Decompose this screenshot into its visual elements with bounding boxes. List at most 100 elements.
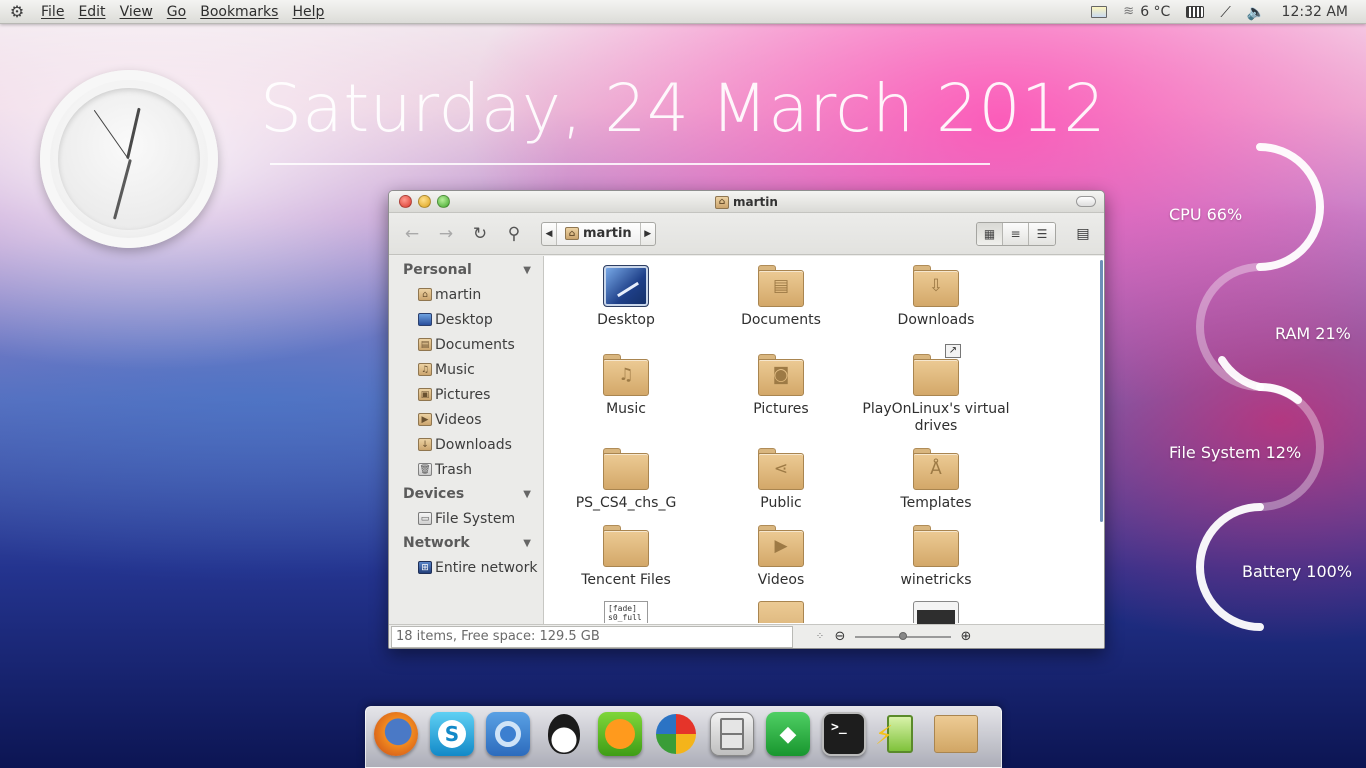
window-titlebar[interactable]: ⌂ martin xyxy=(389,191,1104,213)
videos-folder-icon: ▶ xyxy=(758,525,804,567)
clouds-icon: ≋ xyxy=(1123,4,1135,19)
path-bar: ◀ ⌂ martin ▶ xyxy=(541,221,656,246)
sidebar-item-label: Downloads xyxy=(435,436,512,453)
power-statistics-icon[interactable]: ⚡ xyxy=(875,712,922,756)
sidebar-item-label: Videos xyxy=(435,411,482,428)
menu-view[interactable]: View xyxy=(113,0,160,24)
maximize-button[interactable] xyxy=(437,195,450,208)
path-crumb-martin[interactable]: ⌂ martin xyxy=(556,222,641,245)
menu-help[interactable]: Help xyxy=(285,0,331,24)
path-crumb-label: martin xyxy=(583,226,632,241)
sidebar-item-entire-network[interactable]: ⊞ Entire network xyxy=(389,555,543,580)
forward-arrow-icon[interactable]: → xyxy=(431,220,461,248)
back-arrow-icon[interactable]: ← xyxy=(397,220,427,248)
sidebar-item-label: Documents xyxy=(435,336,515,353)
menu-edit[interactable]: Edit xyxy=(71,0,112,24)
sidebar-item-trash[interactable]: 🗑 Trash xyxy=(389,457,543,482)
ram-ring xyxy=(1218,356,1264,391)
music-folder-icon: ♫ xyxy=(603,354,649,396)
file-item-downloads[interactable]: ⇩ Downloads xyxy=(861,265,1011,329)
sidebar-item-documents[interactable]: ▤ Documents xyxy=(389,332,543,357)
keyboard-indicator[interactable] xyxy=(1178,0,1212,24)
file-item-public[interactable]: ⋖ Public xyxy=(706,448,856,512)
sidebar-item-pictures[interactable]: ▣ Pictures xyxy=(389,382,543,407)
sidebar-item-martin[interactable]: ⌂ martin xyxy=(389,282,543,307)
qq-penguin-icon[interactable] xyxy=(542,712,586,756)
folder-icon[interactable] xyxy=(934,712,978,756)
view-mode-group: ▦ ≡ ☰ xyxy=(976,221,1056,246)
sidebar-item-downloads[interactable]: ↓ Downloads xyxy=(389,432,543,457)
path-right-arrow-icon[interactable]: ▶ xyxy=(641,223,655,245)
collapse-caret-icon[interactable]: ▼ xyxy=(523,489,531,500)
zoom-out-icon[interactable]: ⊖ xyxy=(831,629,849,644)
sidebar-item-music[interactable]: ♫ Music xyxy=(389,357,543,382)
gem-icon[interactable]: ◆ xyxy=(766,712,810,756)
file-item-desktop[interactable]: Desktop xyxy=(551,265,701,329)
file-item-label: Documents xyxy=(741,312,821,328)
firefox-icon[interactable] xyxy=(374,712,418,756)
file-item-documents[interactable]: ▤ Documents xyxy=(706,265,856,329)
file-item-partial-executable[interactable] xyxy=(913,601,959,624)
sidebar-header-devices[interactable]: Devices ▼ xyxy=(389,482,543,506)
file-view[interactable]: Desktop ▤ Documents ⇩ Downloads ♫ Music … xyxy=(544,256,1104,648)
sidebar-header-personal[interactable]: Personal ▼ xyxy=(389,258,543,282)
sidebar-item-label: Desktop xyxy=(435,311,493,328)
sidebar-header-network[interactable]: Network ▼ xyxy=(389,531,543,555)
zoom-slider[interactable] xyxy=(855,631,951,640)
file-item-templates[interactable]: Å Templates xyxy=(861,448,1011,512)
grip-icon: ⁘ xyxy=(815,631,825,642)
clock-indicator[interactable]: 12:32 AM xyxy=(1274,0,1356,24)
network-indicator[interactable]: ⟋ xyxy=(1212,0,1239,24)
file-cabinet-icon[interactable] xyxy=(710,712,754,756)
collapse-caret-icon[interactable]: ▼ xyxy=(523,538,531,549)
sidebar-item-desktop[interactable]: Desktop xyxy=(389,307,543,332)
menu-bookmarks[interactable]: Bookmarks xyxy=(193,0,285,24)
file-item-tencent-files[interactable]: Tencent Files xyxy=(551,525,701,589)
file-item-partial-document[interactable]: [fade] s0_full xyxy=(604,601,648,623)
sidebar-item-videos[interactable]: ▶ Videos xyxy=(389,407,543,432)
sidebar-item-label: Pictures xyxy=(435,386,491,403)
minimize-button[interactable] xyxy=(418,195,431,208)
cpu-label: CPU 66% xyxy=(1169,205,1243,224)
temperature-indicator[interactable]: ≋ 6 °C xyxy=(1115,0,1178,24)
desktop-folder-icon xyxy=(603,265,649,307)
close-button[interactable] xyxy=(399,195,412,208)
file-item-label: Desktop xyxy=(597,312,655,328)
file-item-label: Videos xyxy=(757,572,805,588)
chromium-icon[interactable] xyxy=(486,712,530,756)
date-underline xyxy=(270,163,990,165)
scroll-thumb[interactable] xyxy=(1100,260,1103,522)
file-item-videos[interactable]: ▶ Videos xyxy=(706,525,856,589)
path-left-arrow-icon[interactable]: ◀ xyxy=(542,223,556,245)
file-item-partial-folder[interactable] xyxy=(758,601,804,623)
volume-indicator[interactable]: 🔈 xyxy=(1239,0,1274,24)
zoom-in-icon[interactable]: ⊕ xyxy=(957,629,975,644)
file-item-ps-cs4[interactable]: PS_CS4_chs_G xyxy=(551,448,701,512)
search-icon[interactable]: ⚲ xyxy=(499,220,529,248)
system-gear-icon[interactable]: ⚙ xyxy=(0,0,34,24)
file-item-winetricks[interactable]: winetricks xyxy=(861,525,1011,589)
scrollbar[interactable] xyxy=(1098,256,1104,526)
file-item-pictures[interactable]: ◙ Pictures xyxy=(706,354,856,418)
toggle-toolbar-button[interactable] xyxy=(1076,196,1096,207)
compact-view-icon[interactable]: ☰ xyxy=(1029,222,1055,245)
skype-icon[interactable]: S xyxy=(430,712,474,756)
menu-go[interactable]: Go xyxy=(160,0,193,24)
file-item-playonlinux[interactable]: ↗ PlayOnLinux's virtual drives xyxy=(861,344,1011,435)
weather-indicator[interactable] xyxy=(1083,0,1115,24)
menu-file[interactable]: File xyxy=(34,0,71,24)
file-item-label: Pictures xyxy=(753,401,809,417)
sidebar-item-label: martin xyxy=(435,286,482,303)
sidebar-item-file-system[interactable]: ▭ File System xyxy=(389,506,543,531)
pinwheel-icon[interactable] xyxy=(654,712,698,756)
reload-icon[interactable]: ↻ xyxy=(465,220,495,248)
zoom-slider-knob[interactable] xyxy=(899,631,907,640)
terminal-icon[interactable]: >_ xyxy=(822,712,866,756)
list-view-icon[interactable]: ≡ xyxy=(1003,222,1029,245)
app-menu-icon[interactable]: ▤ xyxy=(1070,221,1096,247)
file-item-music[interactable]: ♫ Music xyxy=(551,354,701,418)
icon-view-icon[interactable]: ▦ xyxy=(977,222,1003,245)
pps-player-icon[interactable] xyxy=(598,712,642,756)
collapse-caret-icon[interactable]: ▼ xyxy=(523,265,531,276)
home-folder-icon: ⌂ xyxy=(418,288,432,301)
